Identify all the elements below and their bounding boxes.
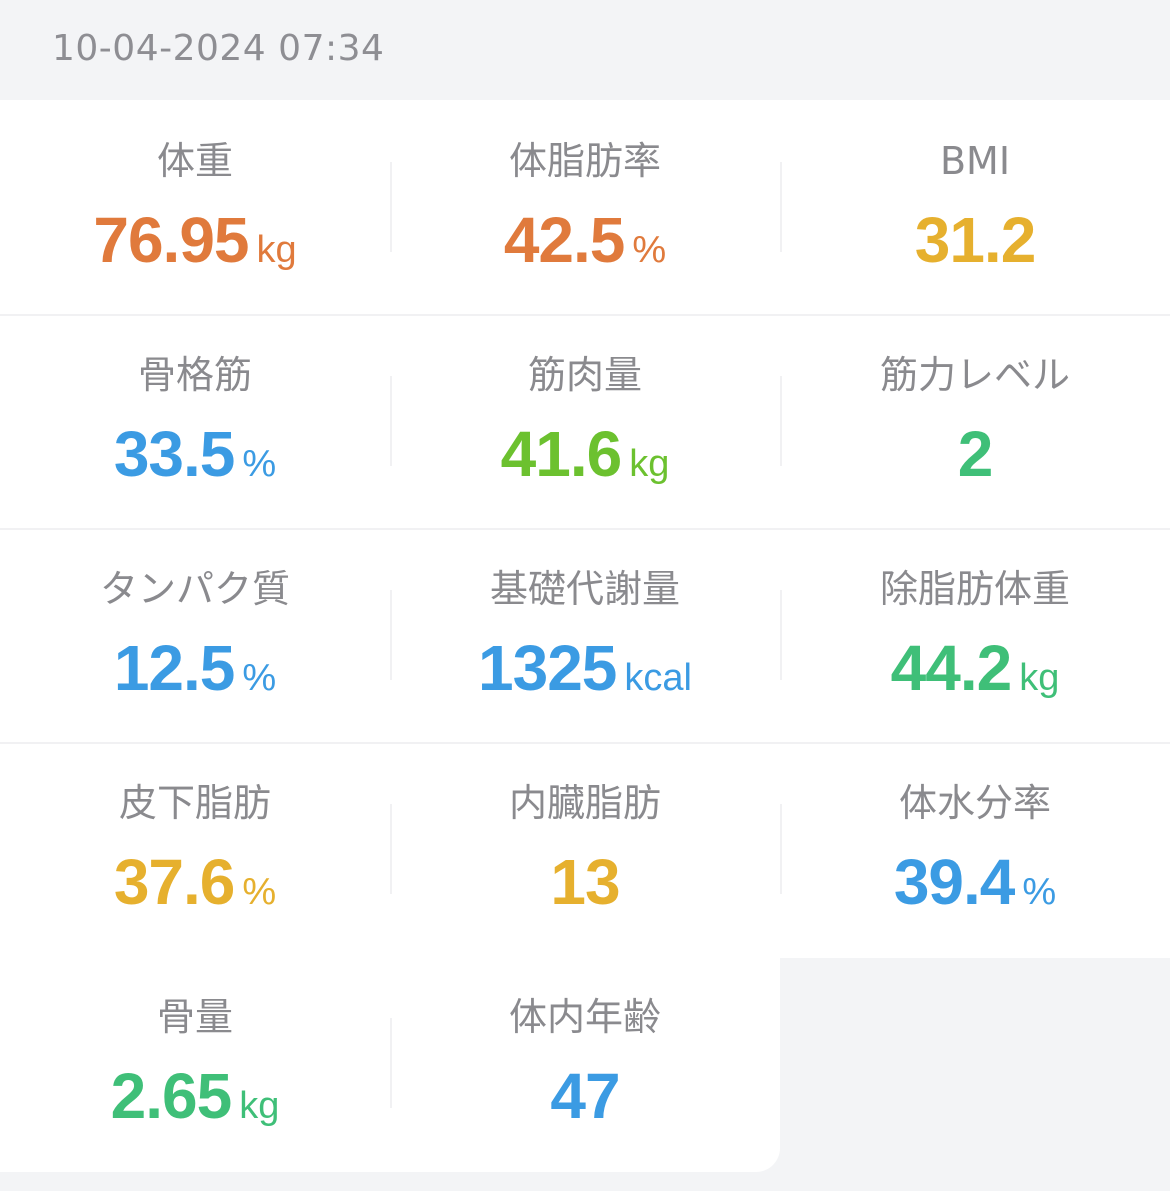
- metric-unit: kg: [256, 229, 297, 271]
- column-divider: [780, 590, 782, 680]
- metric-value: 42.5: [503, 204, 626, 276]
- metric-value-line: 37.6%: [0, 842, 390, 939]
- metric-label: 骨格筋: [137, 353, 252, 397]
- column-divider: [780, 804, 782, 894]
- metric-label: 体水分率: [898, 781, 1051, 825]
- metric-cell[interactable]: 皮下脂肪 37.6%: [0, 742, 390, 956]
- metric-value-line: 13: [390, 842, 780, 939]
- metric-value: 2: [957, 418, 994, 490]
- measurement-timestamp: 10-04-2024 07:34: [52, 28, 385, 69]
- metric-unit: kg: [239, 1085, 280, 1127]
- metric-label: 体重: [156, 139, 233, 183]
- column-divider: [780, 376, 782, 466]
- metric-label: 基礎代謝量: [489, 567, 680, 611]
- column-divider: [390, 804, 392, 894]
- metric-cell[interactable]: 筋肉量 41.6 kg: [390, 314, 780, 528]
- metric-cell[interactable]: 基礎代謝量 1325 kcal: [390, 528, 780, 742]
- metric-unit: kg: [629, 443, 670, 485]
- metric-cell[interactable]: タンパク質 12.5%: [0, 528, 390, 742]
- metric-value-line: 39.4%: [780, 842, 1170, 939]
- metric-value-line: 44.2 kg: [780, 628, 1170, 725]
- metric-unit: kcal: [624, 657, 692, 699]
- metric-value: 1325: [478, 632, 617, 704]
- metric-unit: %: [242, 443, 277, 485]
- metric-cell[interactable]: 体内年齢 47: [390, 956, 780, 1170]
- metric-label: 筋肉量: [527, 353, 642, 397]
- metric-label: BMI: [939, 139, 1011, 183]
- metric-value-line: 1325 kcal: [390, 628, 780, 725]
- metric-cell[interactable]: 骨格筋 33.5%: [0, 314, 390, 528]
- metric-value: 31.2: [914, 204, 1037, 276]
- metric-unit: kg: [1019, 657, 1060, 699]
- metric-value: 13: [550, 846, 620, 918]
- column-divider: [390, 1018, 392, 1108]
- metric-value-line: 42.5%: [390, 200, 780, 297]
- metric-cell[interactable]: BMI 31.2: [780, 100, 1170, 314]
- metric-label: 体脂肪率: [508, 139, 661, 183]
- metric-label: 体内年齢: [508, 995, 661, 1039]
- metric-unit: %: [242, 871, 277, 913]
- metric-cell[interactable]: 体重 76.95 kg: [0, 100, 390, 314]
- column-divider: [390, 162, 392, 252]
- metric-label: 内臓脂肪: [508, 781, 661, 825]
- header-bar: 10-04-2024 07:34: [0, 0, 1170, 100]
- metric-cell[interactable]: 骨量 2.65 kg: [0, 956, 390, 1170]
- metric-value: 2.65: [110, 1060, 233, 1132]
- metric-value-line: 33.5%: [0, 414, 390, 511]
- metric-cell[interactable]: 体脂肪率 42.5%: [390, 100, 780, 314]
- metric-value: 44.2: [890, 632, 1013, 704]
- metric-value-line: 2.65 kg: [0, 1056, 390, 1153]
- metric-unit: %: [1022, 871, 1057, 913]
- metric-value-line: 41.6 kg: [390, 414, 780, 511]
- metric-value: 39.4: [893, 846, 1016, 918]
- metric-cell[interactable]: 内臓脂肪 13: [390, 742, 780, 956]
- metric-value-line: 2: [780, 414, 1170, 511]
- metric-value: 37.6: [113, 846, 236, 918]
- metric-value-line: 76.95 kg: [0, 200, 390, 297]
- metric-value: 76.95: [93, 204, 249, 276]
- metric-unit: %: [242, 657, 277, 699]
- metric-value: 41.6: [500, 418, 623, 490]
- column-divider: [390, 376, 392, 466]
- column-divider: [780, 162, 782, 252]
- metric-value: 12.5: [113, 632, 236, 704]
- metric-label: タンパク質: [99, 567, 290, 611]
- metric-value-line: 31.2: [780, 200, 1170, 297]
- metric-value-line: 47: [390, 1056, 780, 1153]
- metric-label: 除脂肪体重: [879, 567, 1070, 611]
- metric-cell[interactable]: 筋力レベル 2: [780, 314, 1170, 528]
- metric-value-line: 12.5%: [0, 628, 390, 725]
- metric-cell[interactable]: 体水分率 39.4%: [780, 742, 1170, 956]
- metric-label: 皮下脂肪: [118, 781, 271, 825]
- metric-label: 骨量: [156, 995, 233, 1039]
- metric-value: 33.5: [113, 418, 236, 490]
- metric-value: 47: [550, 1060, 620, 1132]
- metric-label: 筋力レベル: [879, 353, 1070, 397]
- column-divider: [390, 590, 392, 680]
- metric-unit: %: [632, 229, 667, 271]
- metric-cell[interactable]: 除脂肪体重 44.2 kg: [780, 528, 1170, 742]
